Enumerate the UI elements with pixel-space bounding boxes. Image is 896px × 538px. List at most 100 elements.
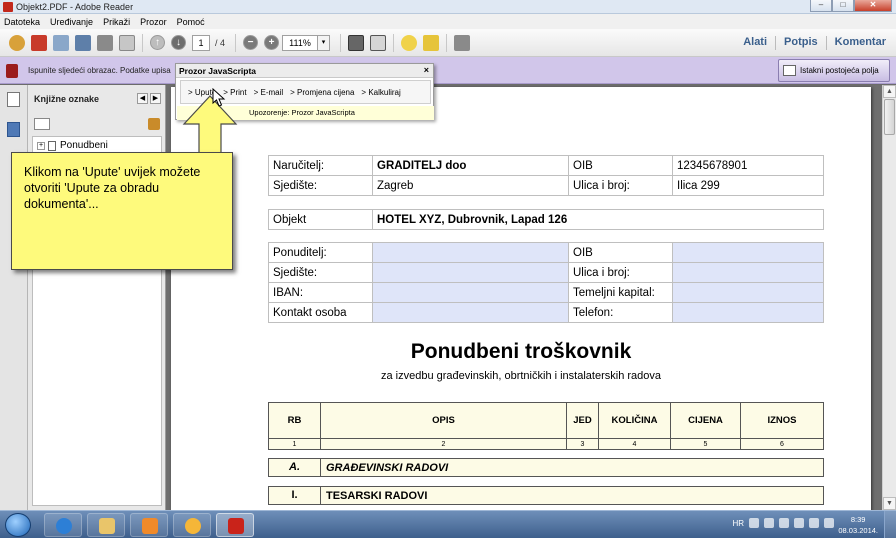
toolbar-divider [340, 33, 342, 52]
menu-pomoc[interactable]: Pomoć [177, 17, 205, 27]
table-row: Objekt HOTEL XYZ, Dubrovnik, Lapad 126 [268, 209, 824, 230]
previous-page-icon[interactable]: ↑ [150, 35, 165, 50]
maximize-button[interactable]: □ [832, 0, 854, 12]
email-icon[interactable] [119, 34, 135, 51]
bidder-street-field[interactable] [672, 262, 824, 283]
media-player-icon [142, 518, 158, 534]
iban-field[interactable] [372, 282, 569, 303]
section-number: I. [269, 487, 321, 504]
system-tray: HR [732, 518, 834, 528]
bookmarks-icon[interactable] [7, 122, 20, 137]
instruction-callout: Klikom na 'Upute' uvijek možete otvoriti… [11, 152, 233, 270]
menu-prozor[interactable]: Prozor [140, 17, 167, 27]
price-change-link[interactable]: > Promjena cijena [290, 88, 354, 97]
fit-page-icon[interactable] [348, 34, 365, 51]
bidder-oib-field[interactable] [672, 242, 824, 263]
close-window-button[interactable]: ✕ [854, 0, 892, 12]
document-viewport: Naručitelj: GRADITELJ doo OIB 1234567890… [166, 85, 882, 510]
sun-icon [185, 518, 201, 534]
highlight-icon[interactable] [423, 34, 440, 51]
street-label: Ulica i broj: [568, 175, 673, 196]
scroll-up-icon[interactable]: ▲ [883, 85, 896, 98]
expand-node-icon[interactable]: + [37, 141, 45, 150]
tray-icon[interactable] [794, 518, 804, 528]
taskbar-app[interactable] [173, 513, 211, 537]
menu-prikazi[interactable]: Prikaži [103, 17, 130, 27]
section-row: I. TESARSKI RADOVI [268, 486, 824, 505]
network-icon[interactable] [809, 518, 819, 528]
zoom-in-icon[interactable]: + [264, 35, 280, 50]
table-row: Sjedište: Zagreb Ulica i broj: Ilica 299 [268, 175, 824, 196]
expand-panel-icon[interactable]: ▶ [150, 93, 161, 104]
clock[interactable]: 8:39 08.03.2014. [838, 514, 878, 536]
zoom-out-icon[interactable]: − [243, 35, 259, 50]
taskbar-explorer[interactable] [87, 513, 125, 537]
bookmark-item[interactable]: + Ponudbeni [37, 140, 108, 151]
bidder-oib-label: OIB [568, 242, 673, 263]
fit-width-icon[interactable] [370, 34, 387, 51]
minimize-button[interactable]: – [810, 0, 832, 12]
bidder-table: Ponuditelj: OIB Sjedište: Ulica i broj: … [268, 242, 824, 323]
page-number-input[interactable]: 1 [192, 34, 210, 51]
highlight-fields-button[interactable]: Istakni postojeća polja [778, 59, 890, 82]
col-iznos: IZNOS [740, 402, 824, 439]
clock-time: 8:39 [850, 515, 866, 524]
collapse-panel-icon[interactable]: ◀ [137, 93, 148, 104]
create-pdf-icon[interactable] [31, 34, 47, 51]
col-jed: JED [566, 402, 599, 439]
bookmark-options-icon[interactable] [34, 118, 50, 130]
folder-icon [99, 518, 115, 534]
iban-label: IBAN: [268, 282, 373, 303]
notification-text: Ispunite sljedeći obrazac. Podatke upisa [28, 66, 171, 75]
seat-value: Zagreb [372, 175, 569, 196]
zoom-dropdown-icon[interactable]: ▾ [318, 34, 331, 51]
open-file-icon[interactable] [9, 34, 25, 51]
vertical-scrollbar[interactable]: ▲ ▼ [882, 85, 896, 510]
tray-icon[interactable] [779, 518, 789, 528]
pages-icon[interactable] [7, 92, 20, 107]
taskbar-media-player[interactable] [130, 513, 168, 537]
start-button[interactable] [5, 513, 31, 537]
show-desktop-button[interactable] [884, 511, 896, 538]
language-indicator[interactable]: HR [732, 519, 744, 528]
menu-datoteka[interactable]: Datoteka [4, 17, 40, 27]
street-value: Ilica 299 [672, 175, 824, 196]
contact-field[interactable] [372, 302, 569, 323]
taskbar-adobe-reader[interactable] [216, 513, 254, 537]
comment-link[interactable]: Komentar [835, 36, 886, 50]
next-page-icon[interactable]: ↓ [171, 35, 186, 50]
print-icon[interactable] [97, 34, 113, 51]
title-bar: Objekt2.PDF - Adobe Reader – □ ✕ [0, 0, 896, 14]
taskbar-internet-explorer[interactable] [44, 513, 82, 537]
zoom-level-input[interactable]: 111% [282, 34, 319, 51]
tools-link[interactable]: Alati [743, 36, 767, 50]
save-icon[interactable] [75, 34, 91, 51]
javascript-window-close[interactable]: × [424, 65, 429, 75]
email-link[interactable]: > E-mail [254, 88, 284, 97]
volume-icon[interactable] [824, 518, 834, 528]
toolbar-divider [235, 33, 237, 52]
scroll-down-icon[interactable]: ▼ [883, 497, 896, 510]
calculate-link[interactable]: > Kalkuliraj [361, 88, 400, 97]
edit-icon[interactable] [53, 34, 69, 51]
tray-icon[interactable] [764, 518, 774, 528]
bidder-seat-field[interactable] [372, 262, 569, 283]
col-number: 5 [670, 438, 741, 450]
tray-icon[interactable] [749, 518, 759, 528]
table-row: 1 2 3 4 5 6 [268, 438, 824, 450]
bookmark-label: Ponudbeni [60, 140, 108, 151]
bookmark-icon [48, 140, 56, 151]
phone-field[interactable] [672, 302, 824, 323]
bidder-field[interactable] [372, 242, 569, 263]
object-label: Objekt [268, 209, 373, 230]
expand-icon[interactable] [454, 34, 471, 51]
capital-field[interactable] [672, 282, 824, 303]
bookmarks-title: Knjižne oznake [34, 94, 100, 104]
comment-icon[interactable] [401, 34, 418, 51]
cost-header-table: RB OPIS JED KOLIČINA CIJENA IZNOS 1 2 3 … [268, 402, 824, 450]
menu-uredivanje[interactable]: Uređivanje [50, 17, 93, 27]
contact-label: Kontakt osoba [268, 302, 373, 323]
sign-link[interactable]: Potpis [784, 36, 818, 50]
scroll-thumb[interactable] [884, 99, 895, 135]
new-bookmark-icon[interactable] [148, 118, 160, 130]
